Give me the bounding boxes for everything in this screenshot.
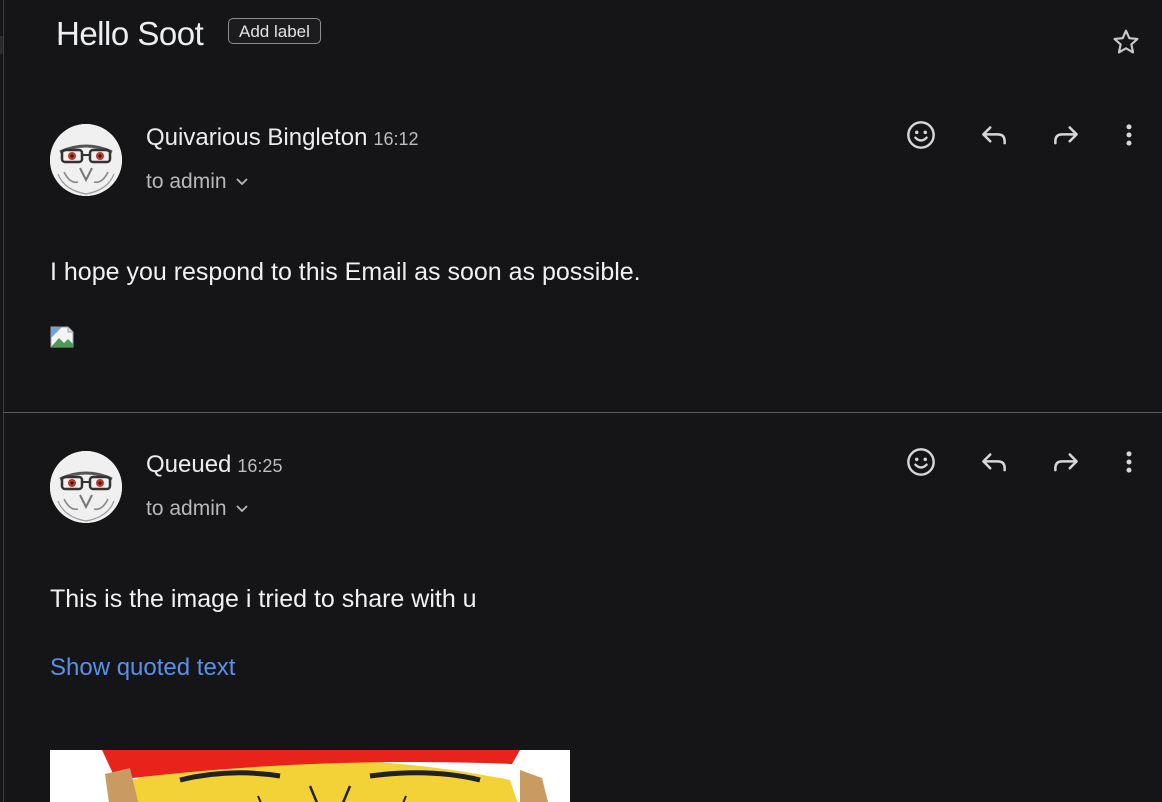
recipient-text: to admin — [146, 497, 227, 520]
reply-icon — [982, 453, 1006, 472]
recipient-line[interactable]: to admin — [146, 170, 249, 194]
message-divider — [3, 412, 1162, 413]
recipient-line[interactable]: to admin — [146, 497, 249, 521]
sender-line: Quivarious Bingleton 16:12 — [146, 124, 419, 152]
more-vert-icon — [1126, 124, 1132, 146]
message-time: 16:25 — [237, 456, 283, 476]
broken-image-icon — [50, 326, 74, 348]
forward-icon — [1054, 126, 1078, 145]
recipient-text: to admin — [146, 170, 227, 193]
message-time: 16:12 — [373, 129, 419, 149]
star-icon[interactable] — [1110, 26, 1142, 58]
forward-button[interactable] — [1048, 444, 1084, 480]
sender-line: Queued 16:25 — [146, 451, 282, 479]
more-options-button[interactable] — [1111, 444, 1147, 480]
attached-image[interactable] — [50, 750, 570, 802]
sender-name[interactable]: Queued — [146, 451, 231, 478]
avatar[interactable] — [50, 124, 122, 196]
emoji-icon — [907, 448, 935, 476]
scroll-edge-marker — [0, 36, 3, 54]
chevron-down-icon[interactable] — [235, 504, 249, 514]
chevron-down-icon[interactable] — [235, 177, 249, 187]
show-quoted-text-link[interactable]: Show quoted text — [50, 654, 235, 682]
forward-icon — [1054, 453, 1078, 472]
thread-subject: Hello Soot — [56, 15, 204, 52]
message-body: This is the image i tried to share with … — [50, 585, 477, 613]
reply-button[interactable] — [976, 444, 1012, 480]
avatar[interactable] — [50, 451, 122, 523]
reply-button[interactable] — [976, 117, 1012, 153]
more-options-button[interactable] — [1111, 117, 1147, 153]
email-thread-view: Hello Soot Add label Quivarious Bingleto… — [0, 0, 1162, 802]
reply-icon — [982, 126, 1006, 145]
forward-button[interactable] — [1048, 117, 1084, 153]
emoji-reaction-button[interactable] — [903, 444, 939, 480]
more-vert-icon — [1126, 451, 1132, 473]
sender-name[interactable]: Quivarious Bingleton — [146, 124, 367, 151]
add-label-button[interactable]: Add label — [228, 18, 321, 44]
message-body: I hope you respond to this Email as soon… — [50, 258, 641, 286]
emoji-reaction-button[interactable] — [903, 117, 939, 153]
left-border — [3, 0, 4, 802]
emoji-icon — [907, 121, 935, 149]
